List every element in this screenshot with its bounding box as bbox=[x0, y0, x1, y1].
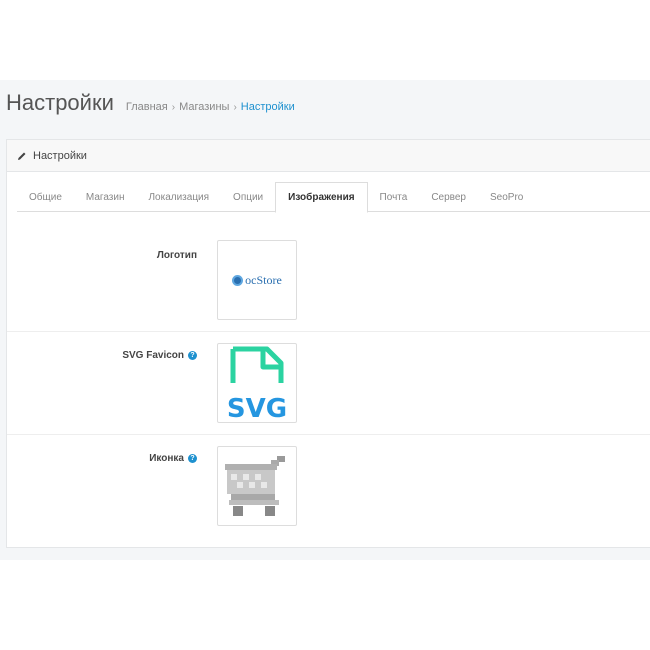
logo-label-text: Логотип bbox=[156, 250, 197, 261]
svg-file-icon: SVG bbox=[227, 346, 287, 421]
panel-heading-title: Настройки bbox=[33, 149, 87, 162]
shopping-cart-icon bbox=[225, 456, 285, 516]
breadcrumb-separator: › bbox=[233, 102, 237, 113]
svg-favicon-row: SVG Favicon ? SVG bbox=[7, 332, 650, 435]
svg-favicon-label-text: SVG Favicon bbox=[122, 350, 184, 361]
breadcrumb: Главная › Магазины › Настройки bbox=[126, 101, 295, 113]
tab-options[interactable]: Опции bbox=[221, 182, 275, 212]
ocstore-logo-text: ocStore bbox=[245, 272, 282, 287]
logo-thumbnail[interactable]: ocStore bbox=[217, 240, 297, 320]
breadcrumb-settings[interactable]: Настройки bbox=[241, 101, 295, 113]
page-header: Настройки Главная › Магазины › Настройки bbox=[6, 90, 295, 120]
question-circle-icon[interactable]: ? bbox=[188, 454, 197, 463]
breadcrumb-separator: › bbox=[171, 102, 176, 113]
icon-row: Иконка ? bbox=[7, 435, 650, 548]
icon-thumbnail[interactable] bbox=[217, 446, 297, 526]
settings-tabs: Общие Магазин Локализация Опции Изображе… bbox=[17, 182, 650, 213]
tab-localization[interactable]: Локализация bbox=[136, 182, 221, 212]
tab-seopro[interactable]: SeoPro bbox=[478, 182, 535, 212]
ocstore-logo: ocStore bbox=[232, 273, 282, 288]
svg-favicon-label: SVG Favicon ? bbox=[122, 350, 197, 361]
page-title: Настройки bbox=[6, 90, 114, 115]
logo-row: Логотип ocStore bbox=[7, 232, 650, 332]
icon-label-text: Иконка bbox=[149, 453, 184, 464]
tab-store[interactable]: Магазин bbox=[74, 182, 137, 212]
svg-favicon-thumbnail[interactable]: SVG bbox=[217, 343, 297, 423]
tab-mail[interactable]: Почта bbox=[368, 182, 420, 212]
tab-server[interactable]: Сервер bbox=[419, 182, 478, 212]
icon-label: Иконка ? bbox=[149, 453, 197, 464]
breadcrumb-stores[interactable]: Магазины bbox=[179, 101, 229, 113]
breadcrumb-home[interactable]: Главная bbox=[126, 101, 168, 113]
pencil-icon bbox=[18, 152, 26, 160]
question-circle-icon[interactable]: ? bbox=[188, 351, 197, 360]
logo-label: Логотип bbox=[157, 250, 197, 261]
svg-file-text: SVG bbox=[227, 394, 287, 421]
panel-heading: Настройки bbox=[7, 140, 650, 172]
settings-panel: Настройки Общие Магазин Локализация Опци… bbox=[6, 139, 650, 548]
tab-images[interactable]: Изображения bbox=[275, 182, 368, 213]
tab-general[interactable]: Общие bbox=[17, 182, 74, 212]
ocstore-logo-mark bbox=[232, 274, 244, 286]
